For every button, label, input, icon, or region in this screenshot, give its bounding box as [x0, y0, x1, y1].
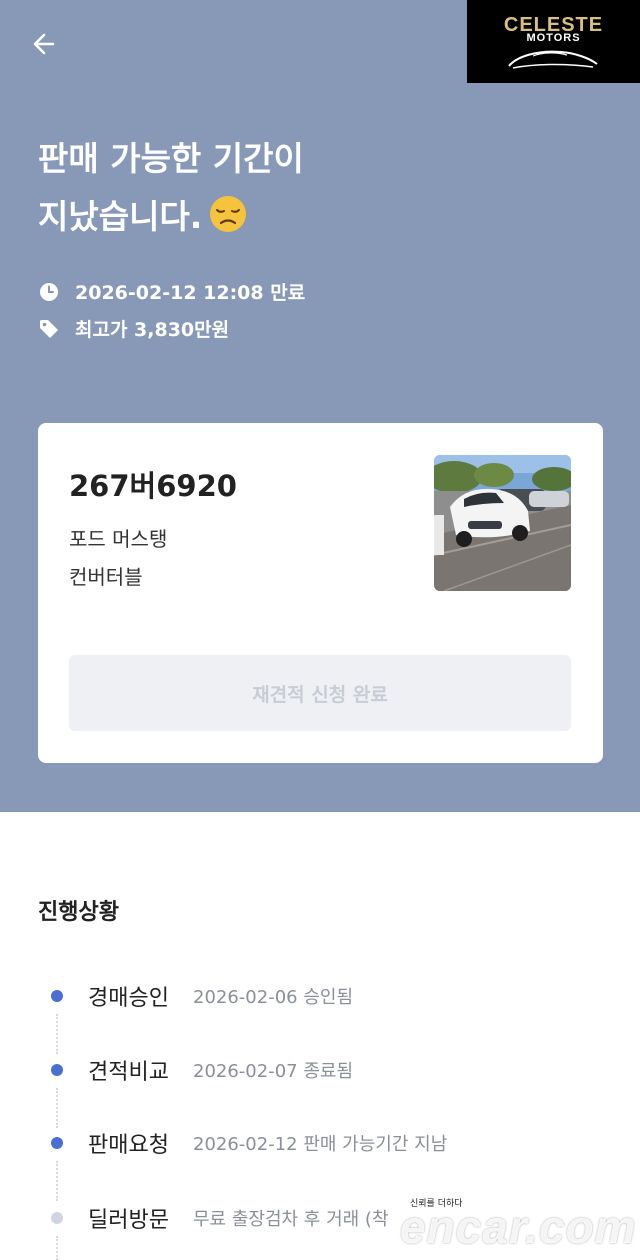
price-info: 최고가 3,830만원: [38, 315, 229, 342]
headline-line-1: 판매 가능한 기간이: [38, 139, 304, 178]
car-trim: 컨버터블: [69, 565, 143, 589]
step-dot-active: [51, 1137, 63, 1149]
car-model: 포드 머스탱: [69, 527, 168, 551]
logo-subtitle: MOTORS: [526, 32, 581, 44]
car-photo[interactable]: [434, 455, 571, 591]
step-detail: 2026-02-06 승인됨: [193, 987, 354, 1008]
step-connector: [56, 1161, 58, 1201]
price-tag-icon: [38, 318, 60, 340]
progress-title: 진행상황: [38, 900, 119, 925]
requote-complete-button[interactable]: 재견적 신청 완료: [69, 655, 571, 731]
step-dot-active: [51, 1064, 63, 1076]
page-title: 판매 가능한 기간이 지났습니다.: [38, 130, 438, 246]
step-sale-request: 판매요청 2026-02-12 판매 가능기간 지남: [0, 1123, 640, 1163]
step-connector: [56, 1236, 58, 1260]
headline-line-2: 지났습니다.: [38, 197, 203, 236]
step-quote-compare: 견적비교 2026-02-07 종료됨: [0, 1050, 640, 1090]
step-auction-approval: 경매승인 2026-02-06 승인됨: [0, 976, 640, 1016]
clock-icon: [38, 281, 60, 303]
step-connector: [56, 1014, 58, 1054]
vehicle-card: 267버6920 포드 머스탱 컨버터블 재견적 신청 완료: [38, 423, 603, 763]
step-name: 판매요청: [88, 1133, 169, 1158]
expire-text: 2026-02-12 12:08 만료: [75, 282, 306, 304]
watermark-brand: encar.com: [400, 1201, 637, 1253]
back-button[interactable]: [26, 26, 62, 62]
arrow-left-icon: [33, 33, 55, 55]
step-connector: [56, 1088, 58, 1128]
price-text: 최고가 3,830만원: [75, 319, 230, 341]
expire-info: 2026-02-12 12:08 만료: [38, 278, 305, 305]
disappointed-face-icon: [210, 196, 247, 232]
car-silhouette-icon: [508, 50, 598, 69]
step-dot-inactive: [51, 1212, 63, 1224]
step-name: 경매승인: [88, 986, 169, 1011]
step-detail: 2026-02-12 판매 가능기간 지남: [193, 1134, 448, 1155]
celeste-motors-logo: CELESTE MOTORS: [467, 0, 640, 83]
step-name: 견적비교: [88, 1060, 169, 1085]
step-dot-active: [51, 990, 63, 1002]
step-name: 딜러방문: [88, 1208, 169, 1233]
step-detail: 무료 출장검차 후 거래 (착: [193, 1209, 389, 1230]
license-plate: 267버6920: [69, 469, 237, 503]
step-detail: 2026-02-07 종료됨: [193, 1061, 354, 1082]
